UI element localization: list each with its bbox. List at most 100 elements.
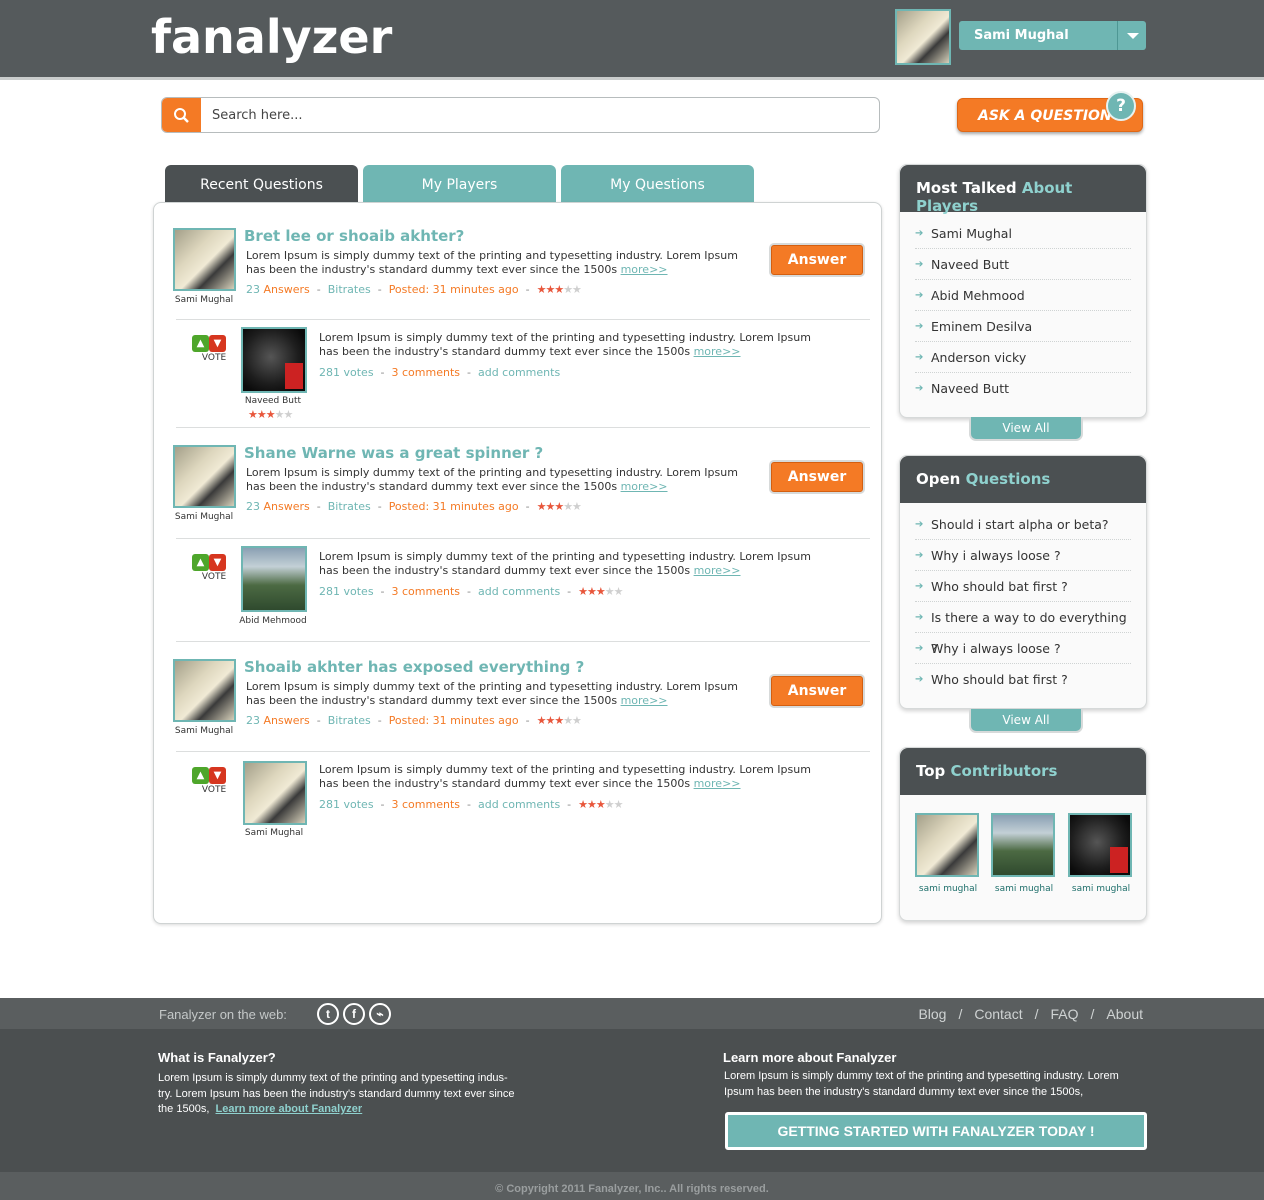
list-item[interactable]: ➔ Abid Mehmood: [915, 280, 1131, 311]
contributor[interactable]: sami mughal: [1068, 813, 1134, 894]
avatar[interactable]: [173, 659, 236, 722]
open-questions-box: Open Questions ➔ Should i start alpha or …: [899, 455, 1147, 709]
answers-link[interactable]: Answers: [264, 714, 310, 727]
what-is-heading: What is Fanalyzer?: [158, 1050, 276, 1065]
question-meta: 23 Answers - Bitrates - Posted: 31 minut…: [246, 283, 582, 296]
question-title[interactable]: Bret lee or shoaib akhter?: [244, 227, 464, 245]
comments-link[interactable]: 3 comments: [392, 798, 461, 811]
more-link[interactable]: more>>: [694, 345, 741, 358]
thumbs-up-icon[interactable]: ▲: [192, 335, 209, 352]
answers-link[interactable]: Answers: [264, 500, 310, 513]
footer-nav: Blog / Contact / FAQ / About: [918, 1006, 1143, 1022]
avatar[interactable]: [915, 813, 979, 877]
reply-meta: 281 votes - 3 comments - add comments: [319, 366, 561, 379]
bitrates-link[interactable]: Bitrates: [328, 283, 371, 296]
comments-link[interactable]: 3 comments: [392, 585, 461, 598]
more-link[interactable]: more>>: [621, 263, 668, 276]
thumbs-down-icon[interactable]: ▼: [209, 335, 226, 352]
add-comments-link[interactable]: add comments: [478, 585, 560, 598]
list-item[interactable]: ➔ Naveed Butt: [915, 249, 1131, 280]
thumbs-down-icon[interactable]: ▼: [209, 554, 226, 571]
question-title[interactable]: Shoaib akhter has exposed everything ?: [244, 658, 584, 676]
avatar[interactable]: [1068, 813, 1132, 877]
list-item[interactable]: ➔ Eminem Desilva: [915, 311, 1131, 342]
facebook-icon[interactable]: f: [343, 1003, 365, 1025]
list-item[interactable]: ➔ Anderson vicky: [915, 342, 1131, 373]
rating-stars[interactable]: ★★★★★: [537, 714, 582, 727]
view-all-players-button[interactable]: View All: [969, 417, 1083, 441]
list-item[interactable]: ➔ Sami Mughal: [915, 218, 1131, 249]
avatar[interactable]: [173, 445, 236, 508]
vote-label: VOTE: [201, 572, 227, 582]
view-all-questions-button[interactable]: View All: [969, 709, 1083, 733]
rating-stars[interactable]: ★★★★★: [537, 283, 582, 296]
contributor[interactable]: sami mughal: [991, 813, 1057, 894]
list-item[interactable]: ➔ Who should bat first ?: [915, 664, 1131, 695]
rating-stars[interactable]: ★★★★★: [578, 585, 623, 598]
reply-author[interactable]: Sami Mughal: [234, 828, 314, 838]
rating-stars[interactable]: ★★★★★: [537, 500, 582, 513]
answer-button[interactable]: Answer: [771, 462, 863, 492]
more-link[interactable]: more>>: [621, 480, 668, 493]
contributor[interactable]: sami mughal: [915, 813, 981, 894]
question-title[interactable]: Shane Warne was a great spinner ?: [244, 444, 543, 462]
more-link[interactable]: more>>: [621, 694, 668, 707]
thumbs-down-icon[interactable]: ▼: [209, 767, 226, 784]
contributor-name[interactable]: sami mughal: [991, 884, 1057, 894]
arrow-right-icon: ➔: [915, 674, 924, 685]
footer-link-contact[interactable]: Contact: [974, 1006, 1022, 1022]
list-item[interactable]: ➔ Naveed Butt: [915, 373, 1131, 404]
user-menu-dropdown[interactable]: Sami Mughal: [959, 21, 1146, 50]
tab-recent-questions[interactable]: Recent Questions: [165, 165, 358, 203]
vote-widget: ▲ ▼ VOTE: [192, 763, 236, 795]
list-item[interactable]: ➔ Why i always loose ?: [915, 633, 1131, 664]
tab-my-players[interactable]: My Players: [363, 165, 556, 203]
ask-question-button[interactable]: ASK A QUESTION ?: [957, 91, 1143, 132]
rss-icon[interactable]: ⌁: [369, 1003, 391, 1025]
reply-author[interactable]: Naveed Butt: [233, 396, 313, 406]
twitter-icon[interactable]: t: [317, 1003, 339, 1025]
question-author[interactable]: Sami Mughal: [164, 726, 244, 736]
rating-stars[interactable]: ★★★★★: [248, 408, 293, 421]
footer-link-about[interactable]: About: [1106, 1006, 1143, 1022]
add-comments-link[interactable]: add comments: [478, 798, 560, 811]
answer-button[interactable]: Answer: [771, 676, 863, 706]
list-item[interactable]: ➔ Is there a way to do everything ?: [915, 602, 1131, 656]
avatar[interactable]: [173, 228, 236, 291]
learn-more-heading: Learn more about Fanalyzer: [723, 1050, 897, 1065]
divider: [176, 641, 870, 642]
tab-my-questions[interactable]: My Questions: [561, 165, 754, 203]
thumbs-up-icon[interactable]: ▲: [192, 767, 209, 784]
add-comments-link[interactable]: add comments: [478, 366, 560, 379]
answer-button[interactable]: Answer: [771, 245, 863, 275]
learn-more-link[interactable]: Learn more about Fanalyzer: [216, 1103, 363, 1115]
search-input[interactable]: [212, 105, 862, 125]
get-started-button[interactable]: GETTING STARTED WITH FANALYZER TODAY !: [725, 1112, 1147, 1150]
thumbs-up-icon[interactable]: ▲: [192, 554, 209, 571]
question-author[interactable]: Sami Mughal: [164, 512, 244, 522]
list-item[interactable]: ➔ Who should bat first ?: [915, 571, 1131, 602]
list-item[interactable]: ➔ Why i always loose ?: [915, 540, 1131, 571]
chevron-down-icon[interactable]: [1117, 21, 1146, 50]
avatar[interactable]: [991, 813, 1055, 877]
avatar[interactable]: [241, 546, 307, 612]
answers-link[interactable]: Answers: [264, 283, 310, 296]
user-avatar[interactable]: [895, 9, 951, 65]
footer-link-faq[interactable]: FAQ: [1051, 1006, 1079, 1022]
avatar[interactable]: [243, 761, 307, 825]
question-author[interactable]: Sami Mughal: [164, 295, 244, 305]
avatar[interactable]: [241, 327, 307, 393]
reply-author[interactable]: Abid Mehmood: [233, 616, 313, 626]
comments-link[interactable]: 3 comments: [392, 366, 461, 379]
more-link[interactable]: more>>: [694, 564, 741, 577]
bitrates-link[interactable]: Bitrates: [328, 500, 371, 513]
contributor-name[interactable]: sami mughal: [915, 884, 981, 894]
list-item[interactable]: ➔ Should i start alpha or beta?: [915, 509, 1131, 540]
search-button[interactable]: [162, 98, 201, 132]
bitrates-link[interactable]: Bitrates: [328, 714, 371, 727]
footer-link-blog[interactable]: Blog: [918, 1006, 946, 1022]
contributor-name[interactable]: sami mughal: [1068, 884, 1134, 894]
more-link[interactable]: more>>: [694, 777, 741, 790]
site-logo[interactable]: fanalyzer: [151, 10, 392, 64]
rating-stars[interactable]: ★★★★★: [578, 798, 623, 811]
